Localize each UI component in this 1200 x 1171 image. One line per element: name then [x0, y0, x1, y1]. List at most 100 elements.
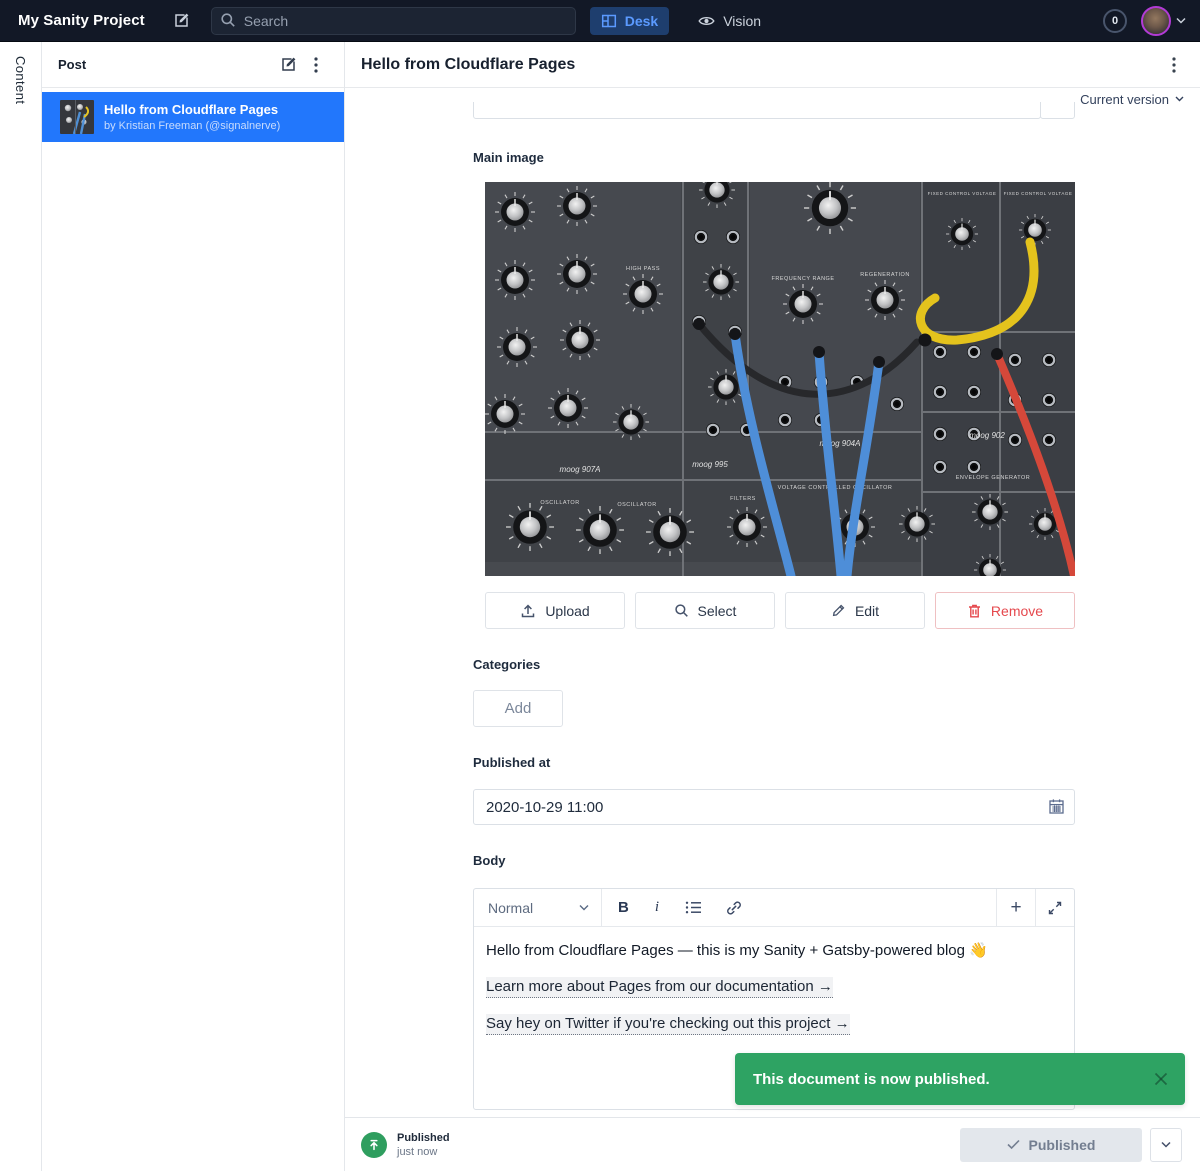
photo-label: FILTERS — [730, 496, 756, 502]
upload-label: Upload — [545, 603, 589, 619]
content-rail: Content — [0, 42, 42, 1171]
sidebar-item-content[interactable]: Content — [13, 56, 28, 104]
editor-toolbar: Normal B i + — [474, 889, 1074, 927]
plus-icon: + — [1010, 897, 1021, 919]
search-icon — [220, 12, 236, 28]
bullet-list-button[interactable] — [685, 900, 702, 915]
avatar[interactable] — [1141, 6, 1171, 36]
publish-status-time: just now — [397, 1146, 450, 1158]
tab-vision[interactable]: Vision — [687, 7, 772, 35]
slug-field-partial — [473, 102, 1075, 119]
global-search — [211, 7, 576, 35]
body-link[interactable]: Learn more about Pages from our document… — [486, 977, 833, 998]
edit-button[interactable]: Edit — [785, 592, 925, 629]
slug-input[interactable] — [473, 102, 1041, 119]
photo-label: FIXED CONTROL VOLTAGE — [928, 191, 997, 196]
top-navbar: My Sanity Project Desk Vision 0 — [0, 0, 1200, 42]
photo-label: REGENERATION — [860, 272, 910, 278]
version-label: Current version — [1080, 92, 1169, 107]
document-header: Hello from Cloudflare Pages — [345, 42, 1200, 88]
main-image-photo[interactable]: HIGH PASS FREQUENCY RANGE REGENERATION F… — [485, 182, 1075, 576]
tab-desk-label: Desk — [625, 13, 658, 29]
main-image-label: Main image — [473, 150, 544, 165]
tab-vision-label: Vision — [723, 13, 761, 29]
select-button[interactable]: Select — [635, 592, 775, 629]
check-icon — [1007, 1139, 1020, 1150]
kebab-icon — [314, 57, 318, 73]
toast-message: This document is now published. — [753, 1071, 1153, 1088]
status-badge[interactable]: 0 — [1103, 9, 1127, 33]
publish-button-label: Published — [1029, 1137, 1096, 1153]
new-document-button[interactable] — [169, 8, 195, 34]
upload-button[interactable]: Upload — [485, 592, 625, 629]
pencil-icon — [831, 603, 846, 618]
italic-button[interactable]: i — [653, 899, 661, 916]
upload-icon — [520, 603, 536, 619]
badge-count: 0 — [1112, 15, 1118, 27]
published-at-input[interactable] — [473, 789, 1075, 825]
list-item[interactable]: Hello from Cloudflare Pages by Kristian … — [42, 92, 344, 142]
compose-icon — [280, 56, 297, 73]
select-label: Select — [698, 603, 737, 619]
remove-label: Remove — [991, 603, 1043, 619]
body-paragraph[interactable]: Hello from Cloudflare Pages — this is my… — [486, 941, 1062, 961]
published-at-label: Published at — [473, 755, 550, 770]
publish-menu-button[interactable] — [1150, 1128, 1182, 1162]
photo-label: moog 995 — [692, 460, 728, 469]
tab-desk[interactable]: Desk — [590, 7, 669, 35]
publish-status-icon — [361, 1132, 387, 1158]
document-title: Hello from Cloudflare Pages — [361, 56, 1162, 74]
edit-label: Edit — [855, 603, 879, 619]
post-panel-header: Post — [42, 42, 344, 88]
project-title: My Sanity Project — [18, 12, 145, 29]
chevron-down-icon — [1175, 96, 1184, 102]
photo-label: FREQUENCY RANGE — [771, 276, 834, 282]
create-post-button[interactable] — [274, 51, 302, 79]
photo-label: OSCILLATOR — [617, 502, 656, 508]
document-footer: Published just now Published — [345, 1117, 1200, 1171]
kebab-icon — [1172, 57, 1176, 73]
version-selector[interactable]: Current version — [1080, 86, 1184, 112]
add-category-button[interactable]: Add — [473, 690, 563, 727]
panel-menu-button[interactable] — [302, 51, 330, 79]
bold-button[interactable]: B — [618, 899, 629, 916]
desk-icon — [601, 13, 617, 29]
post-item-subtitle: by Kristian Freeman (@signalnerve) — [104, 120, 280, 132]
link-button[interactable] — [726, 900, 742, 916]
close-icon[interactable] — [1153, 1071, 1169, 1087]
image-actions: Upload Select Edit Remove — [485, 592, 1075, 629]
remove-button[interactable]: Remove — [935, 592, 1075, 629]
compose-icon — [173, 12, 190, 29]
photo-label: moog 907A — [560, 465, 601, 474]
calendar-icon[interactable] — [1048, 798, 1065, 815]
photo-label: ENVELOPE GENERATOR — [956, 475, 1031, 481]
document-pane: Hello from Cloudflare Pages Current vers… — [345, 42, 1200, 1171]
body-link[interactable]: Say hey on Twitter if you're checking ou… — [486, 1014, 850, 1035]
eye-icon — [698, 14, 715, 28]
panel-title: Post — [56, 57, 274, 72]
chevron-down-icon — [579, 904, 589, 911]
publish-status-title: Published — [397, 1132, 450, 1144]
text-style-select[interactable]: Normal — [474, 889, 602, 926]
photo-label: moog 902 — [969, 431, 1005, 440]
body-editor-content[interactable]: Hello from Cloudflare Pages — this is my… — [474, 927, 1074, 1065]
photo-label: OSCILLATOR — [540, 500, 579, 506]
body-label: Body — [473, 853, 506, 868]
photo-label: HIGH PASS — [626, 266, 660, 272]
categories-label: Categories — [473, 657, 540, 672]
toast-notification: This document is now published. — [735, 1053, 1185, 1105]
published-at-field — [473, 789, 1075, 825]
fullscreen-button[interactable] — [1035, 889, 1074, 926]
slug-generate-button[interactable] — [1040, 102, 1075, 119]
search-input[interactable] — [211, 7, 576, 35]
post-thumbnail — [60, 100, 94, 134]
post-item-title: Hello from Cloudflare Pages — [104, 102, 280, 117]
photo-label: FIXED CONTROL VOLTAGE — [1004, 191, 1073, 196]
publish-button[interactable]: Published — [960, 1128, 1142, 1162]
text-style-value: Normal — [488, 900, 533, 916]
search-icon — [674, 603, 689, 618]
insert-block-button[interactable]: + — [996, 889, 1035, 926]
trash-icon — [967, 603, 982, 619]
document-menu-button[interactable] — [1162, 53, 1186, 77]
chevron-down-icon[interactable] — [1176, 17, 1186, 24]
